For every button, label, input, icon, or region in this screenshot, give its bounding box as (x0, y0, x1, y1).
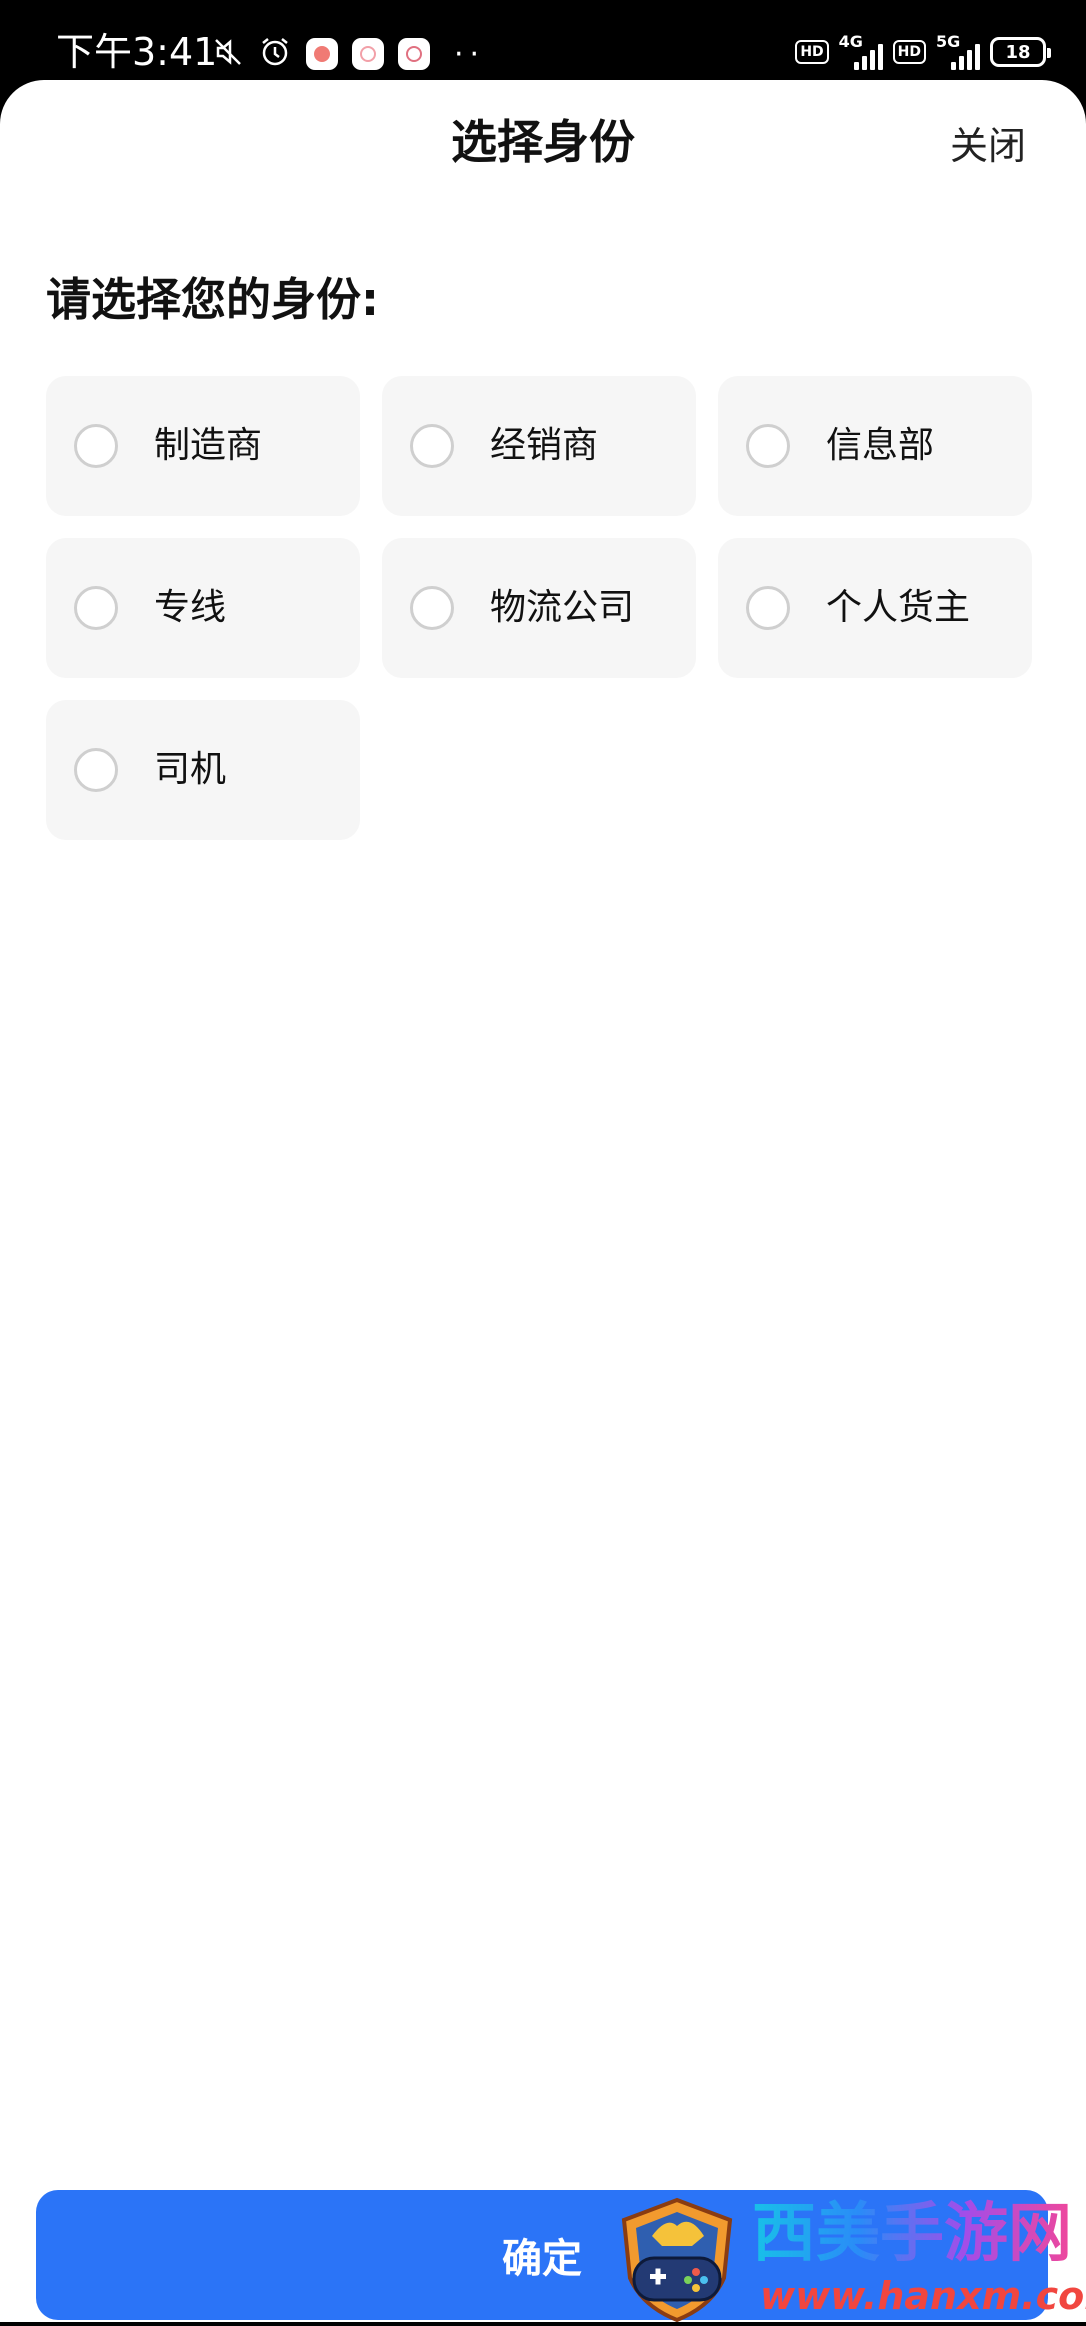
option-manufacturer[interactable]: 制造商 (46, 376, 360, 516)
option-label: 司机 (154, 749, 227, 790)
option-label: 物流公司 (490, 587, 635, 628)
more-notifications-icon: ·· (454, 36, 486, 72)
radio-icon[interactable] (410, 424, 454, 468)
radio-icon[interactable] (410, 586, 454, 630)
signal-icon: 4G (839, 32, 883, 72)
option-individual-shipper[interactable]: 个人货主 (718, 538, 1032, 678)
status-right-icons: HD 4G HD 5G 18 (795, 28, 1051, 76)
radio-icon[interactable] (74, 748, 118, 792)
option-distributor[interactable]: 经销商 (382, 376, 696, 516)
radio-icon[interactable] (74, 424, 118, 468)
alarm-icon (258, 35, 292, 73)
radio-icon[interactable] (746, 424, 790, 468)
watermark-site-name: 西美手游网 (752, 2197, 1072, 2271)
hd-badge-2: HD (892, 40, 926, 64)
page-title: 选择身份 (451, 115, 635, 169)
option-label: 信息部 (826, 425, 935, 466)
option-logistics-company[interactable]: 物流公司 (382, 538, 696, 678)
status-left-icons: ·· (212, 32, 485, 76)
radio-icon[interactable] (74, 586, 118, 630)
option-label: 个人货主 (826, 587, 971, 628)
watermark: 西美手游网 www.hanxm.com (612, 2196, 1086, 2323)
radio-icon[interactable] (746, 586, 790, 630)
identity-options: 制造商 经销商 信息部 专线 物流公司 个人货主 司机 (46, 376, 1032, 840)
watermark-url: www.hanxm.com (760, 2274, 1086, 2318)
gamepad-shield-logo-icon (612, 2196, 742, 2326)
close-button[interactable]: 关闭 (950, 122, 1026, 170)
option-label: 专线 (154, 587, 227, 628)
option-dedicated-line[interactable]: 专线 (46, 538, 360, 678)
app-notification-icon (352, 38, 384, 70)
signal-icon: 5G (936, 32, 980, 72)
app-notification-icon (398, 38, 430, 70)
option-label: 制造商 (154, 425, 263, 466)
status-time: 下午3:41 (56, 30, 218, 74)
option-driver[interactable]: 司机 (46, 700, 360, 840)
identity-prompt: 请选择您的身份: (46, 273, 379, 326)
mute-icon (212, 36, 244, 72)
option-info-department[interactable]: 信息部 (718, 376, 1032, 516)
app-notification-icon (306, 38, 338, 70)
hd-badge: HD (795, 40, 829, 64)
battery-icon: 18 (990, 37, 1051, 67)
option-label: 经销商 (490, 425, 599, 466)
identity-sheet: 选择身份 关闭 请选择您的身份: 制造商 经销商 信息部 专线 物流公司 个人货… (0, 80, 1086, 2322)
